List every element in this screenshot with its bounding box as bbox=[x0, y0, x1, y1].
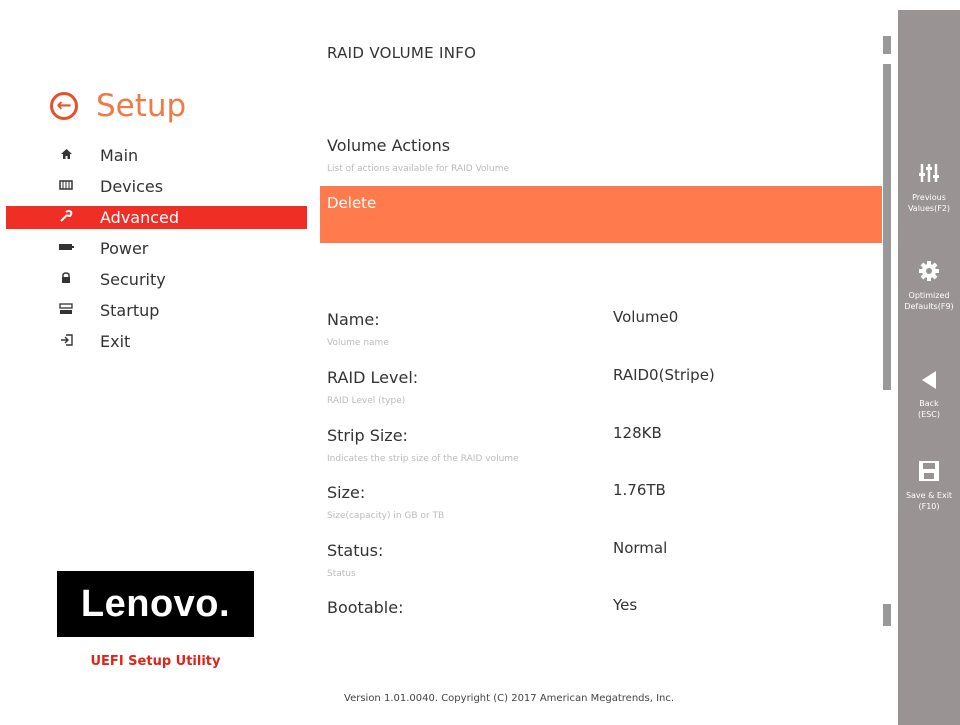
back-arrow-icon bbox=[898, 370, 960, 394]
info-row-raid-level: RAID Level: RAID Level (type) RAID0(Stri… bbox=[320, 366, 882, 426]
row-label: RAID Level: bbox=[327, 368, 419, 387]
row-value: Normal bbox=[613, 539, 668, 557]
row-label: Name: bbox=[327, 310, 380, 329]
sidebar-item-label: Advanced bbox=[100, 208, 180, 227]
hotkey-label: Optimized bbox=[908, 291, 950, 300]
hotkey-label: Values(F2) bbox=[907, 204, 951, 213]
scrollbar-thumb[interactable] bbox=[883, 64, 891, 390]
page-title: RAID VOLUME INFO bbox=[327, 44, 477, 62]
sidebar-item-startup[interactable]: Startup bbox=[0, 295, 310, 326]
sidebar-item-exit[interactable]: Exit bbox=[0, 326, 310, 357]
exit-icon bbox=[58, 333, 74, 350]
battery-icon bbox=[58, 241, 74, 256]
row-help: Status bbox=[327, 569, 356, 579]
row-help: Size(capacity) in GB or TB bbox=[327, 511, 445, 521]
info-row-size: Size: Size(capacity) in GB or TB 1.76TB bbox=[320, 481, 882, 541]
utility-caption: UEFI Setup Utility bbox=[90, 654, 221, 669]
row-value: 128KB bbox=[613, 424, 662, 442]
optimized-defaults-button[interactable]: Optimized Defaults(F9) bbox=[898, 260, 960, 312]
setup-title: Setup bbox=[96, 88, 187, 124]
delete-label: Delete bbox=[327, 194, 377, 212]
hotkey-label: Defaults(F9) bbox=[904, 302, 954, 311]
sidebar-item-devices[interactable]: Devices bbox=[0, 171, 310, 202]
row-label: Bootable: bbox=[327, 598, 404, 617]
hotkey-label: Previous bbox=[912, 193, 946, 202]
version-footer: Version 1.01.0040. Copyright (C) 2017 Am… bbox=[344, 693, 675, 704]
lenovo-logo: Lenovo. bbox=[57, 571, 254, 637]
scrollbar-bottom-marker[interactable] bbox=[883, 604, 891, 626]
sidebar-item-label: Startup bbox=[100, 301, 160, 320]
setup-header: ← Setup bbox=[50, 86, 186, 126]
hotkey-label: (F10) bbox=[918, 502, 940, 511]
info-row-strip-size: Strip Size: Indicates the strip size of … bbox=[320, 424, 882, 484]
logo-text: Lenovo. bbox=[80, 582, 231, 625]
sliders-icon bbox=[898, 162, 960, 188]
info-row-bootable: Bootable: Yes bbox=[320, 596, 882, 656]
devices-icon bbox=[58, 179, 74, 195]
row-label: Size: bbox=[327, 483, 366, 502]
sidebar-item-label: Security bbox=[100, 270, 166, 289]
row-value: Yes bbox=[613, 596, 638, 614]
save-exit-button[interactable]: Save & Exit (F10) bbox=[898, 460, 960, 512]
row-help: Volume name bbox=[327, 338, 389, 348]
sidebar-nav: Main Devices Advanced Power Security Sta… bbox=[0, 140, 310, 357]
home-icon bbox=[58, 148, 74, 164]
previous-values-button[interactable]: Previous Values(F2) bbox=[898, 162, 960, 214]
sidebar-item-security[interactable]: Security bbox=[0, 264, 310, 295]
scrollbar-top-marker[interactable] bbox=[883, 36, 891, 54]
info-row-status: Status: Status Normal bbox=[320, 539, 882, 599]
hotkey-label: Back bbox=[919, 399, 939, 408]
save-icon bbox=[898, 460, 960, 486]
hotkey-label: (ESC) bbox=[918, 410, 940, 419]
sidebar-item-label: Exit bbox=[100, 332, 131, 351]
startup-icon bbox=[58, 302, 74, 319]
wrench-icon bbox=[58, 209, 74, 226]
main-panel: RAID VOLUME INFO Volume Actions List of … bbox=[320, 0, 882, 640]
sidebar-item-label: Devices bbox=[100, 177, 164, 196]
lock-icon bbox=[58, 271, 74, 288]
row-help: Indicates the strip size of the RAID vol… bbox=[327, 454, 519, 464]
row-value: RAID0(Stripe) bbox=[613, 366, 715, 384]
hotkey-panel: Previous Values(F2) Optimized Defaults(F… bbox=[898, 10, 960, 725]
hotkey-label: Save & Exit bbox=[905, 491, 953, 500]
row-value: Volume0 bbox=[613, 308, 679, 326]
delete-action-item[interactable]: Delete bbox=[320, 186, 882, 243]
row-label: Strip Size: bbox=[327, 426, 408, 445]
row-label: Status: bbox=[327, 541, 384, 560]
gear-icon bbox=[898, 260, 960, 286]
row-value: 1.76TB bbox=[613, 481, 666, 499]
row-help: RAID Level (type) bbox=[327, 396, 406, 406]
sidebar-item-advanced[interactable]: Advanced bbox=[6, 206, 307, 229]
sidebar-item-main[interactable]: Main bbox=[0, 140, 310, 171]
back-button[interactable]: Back (ESC) bbox=[898, 370, 960, 420]
volume-actions-help: List of actions available for RAID Volum… bbox=[327, 164, 510, 174]
sidebar-item-label: Power bbox=[100, 239, 149, 258]
sidebar-item-power[interactable]: Power bbox=[0, 233, 310, 264]
sidebar-item-label: Main bbox=[100, 146, 139, 165]
volume-actions-title: Volume Actions bbox=[327, 136, 451, 155]
info-row-name: Name: Volume name Volume0 bbox=[320, 308, 882, 368]
back-circle-icon[interactable]: ← bbox=[50, 92, 78, 120]
